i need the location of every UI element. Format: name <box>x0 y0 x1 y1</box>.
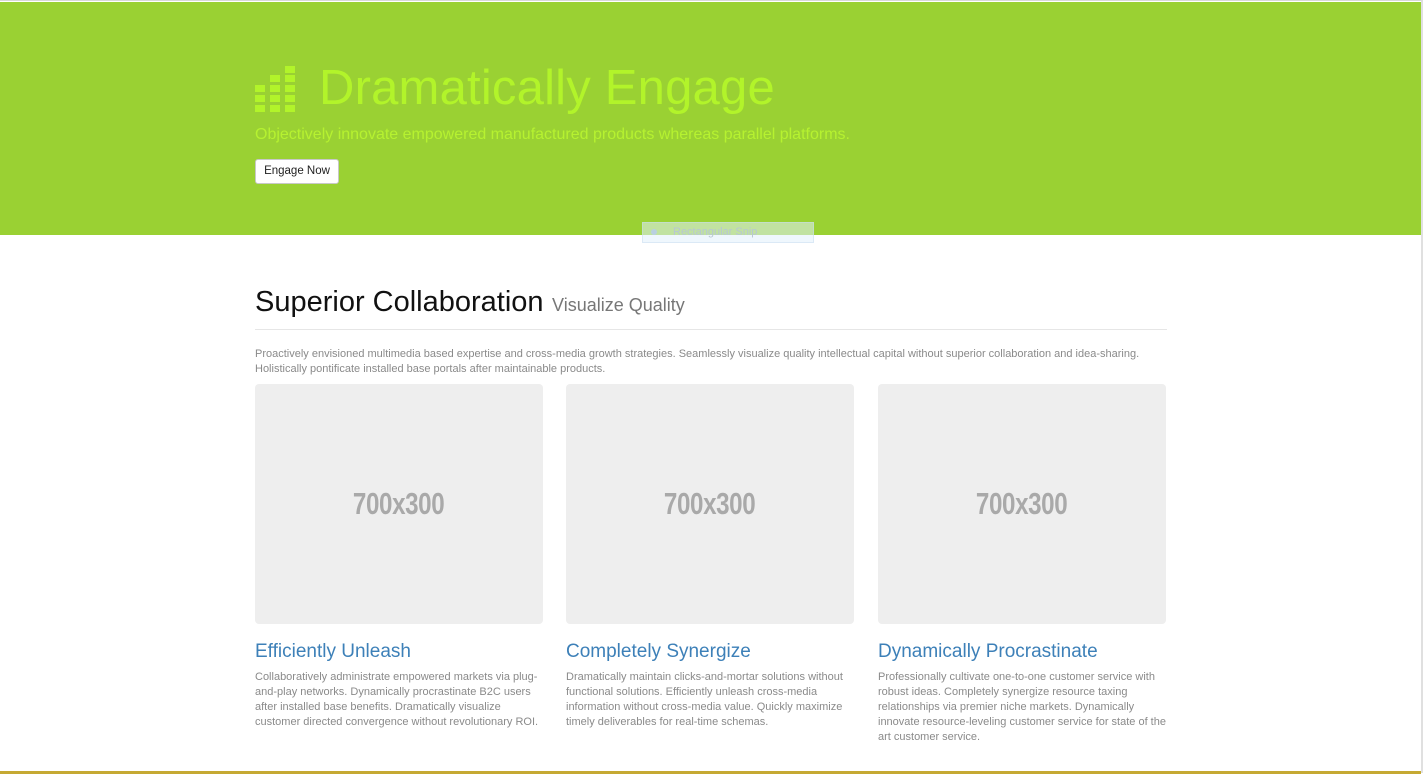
image-placeholder: 700x300 <box>878 384 1166 624</box>
feature-card: 700x300 Dynamically Procrastinate Profes… <box>878 384 1166 745</box>
feature-card: 700x300 Completely Synergize Dramaticall… <box>566 384 854 730</box>
section-tagline: Visualize Quality <box>552 295 685 315</box>
collaboration-section: Superior Collaboration Visualize Quality… <box>255 286 1167 377</box>
hero-content: Dramatically Engage Objectively innovate… <box>255 59 850 184</box>
hero-banner: Dramatically Engage Objectively innovate… <box>0 2 1421 235</box>
section-title: Superior Collaboration <box>255 286 544 318</box>
hero-title-row: Dramatically Engage <box>255 59 850 117</box>
equalizer-bars-icon <box>255 66 295 112</box>
section-intro: Proactively envisioned multimedia based … <box>255 348 1140 375</box>
hero-subtitle: Objectively innovate empowered manufactu… <box>255 126 850 143</box>
rectangular-snip-tooltip: Rectangular Snip <box>642 222 814 243</box>
section-header: Superior Collaboration Visualize Quality <box>255 286 1167 330</box>
hero-title: Dramatically Engage <box>319 61 775 115</box>
image-placeholder: 700x300 <box>255 384 543 624</box>
card-title-link[interactable]: Dynamically Procrastinate <box>878 641 1166 663</box>
placeholder-label: 700x300 <box>976 486 1068 521</box>
placeholder-label: 700x300 <box>664 486 756 521</box>
snip-label: Rectangular Snip <box>673 226 758 238</box>
image-placeholder: 700x300 <box>566 384 854 624</box>
snip-icon <box>651 229 657 235</box>
card-title-link[interactable]: Completely Synergize <box>566 641 854 663</box>
placeholder-label: 700x300 <box>353 486 445 521</box>
card-text: Dramatically maintain clicks-and-mortar … <box>566 671 843 728</box>
card-text: Professionally cultivate one-to-one cust… <box>878 671 1166 743</box>
engage-now-button[interactable]: Engage Now <box>255 159 339 184</box>
feature-cards: 700x300 Efficiently Unleash Collaborativ… <box>255 384 1167 754</box>
card-title-link[interactable]: Efficiently Unleash <box>255 641 543 663</box>
feature-card: 700x300 Efficiently Unleash Collaborativ… <box>255 384 543 730</box>
card-text: Collaboratively administrate empowered m… <box>255 671 539 728</box>
